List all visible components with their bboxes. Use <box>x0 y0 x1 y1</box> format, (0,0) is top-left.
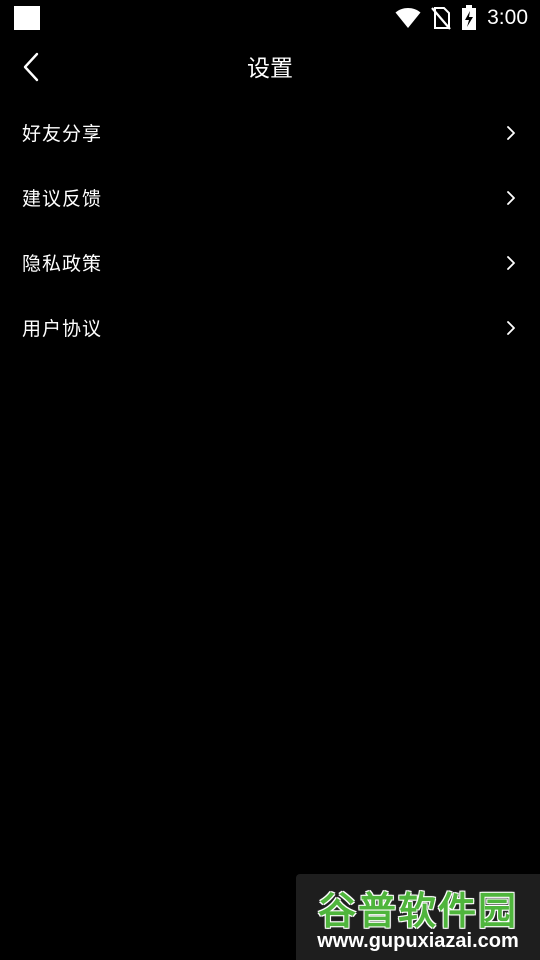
menu-item-privacy-policy[interactable]: 隐私政策 <box>0 230 540 295</box>
menu-item-feedback[interactable]: 建议反馈 <box>0 165 540 230</box>
status-icons: 3:00 <box>395 5 528 31</box>
back-chevron-icon <box>22 52 42 86</box>
status-clock: 3:00 <box>487 6 528 29</box>
toolbar: 设置 <box>0 40 540 98</box>
menu-item-share-friends[interactable]: 好友分享 <box>0 100 540 165</box>
no-sim-icon <box>431 6 451 30</box>
back-button[interactable] <box>12 48 52 90</box>
menu-item-label: 建议反馈 <box>22 188 103 210</box>
notification-square-icon <box>14 6 40 30</box>
menu-item-label: 隐私政策 <box>22 253 103 275</box>
settings-screen: 3:00 设置 好友分享 建议反馈 隐私政策 用户协议 谷普软件园 www.gu… <box>0 0 540 960</box>
watermark-title: 谷普软件园 <box>317 889 518 933</box>
watermark-logo: 谷普软件园 www.gupuxiazai.com <box>296 874 540 960</box>
chevron-right-icon <box>506 125 516 141</box>
menu-item-user-agreement[interactable]: 用户协议 <box>0 295 540 360</box>
battery-charging-icon <box>461 5 477 31</box>
chevron-right-icon <box>506 320 516 336</box>
watermark-url: www.gupuxiazai.com <box>317 930 519 952</box>
chevron-right-icon <box>506 190 516 206</box>
chevron-right-icon <box>506 255 516 271</box>
menu-item-label: 好友分享 <box>22 123 103 145</box>
menu-item-label: 用户协议 <box>22 318 103 340</box>
wifi-icon <box>395 7 421 29</box>
settings-menu-list: 好友分享 建议反馈 隐私政策 用户协议 <box>0 100 540 360</box>
status-bar: 3:00 <box>0 0 540 36</box>
page-title: 设置 <box>247 56 293 82</box>
